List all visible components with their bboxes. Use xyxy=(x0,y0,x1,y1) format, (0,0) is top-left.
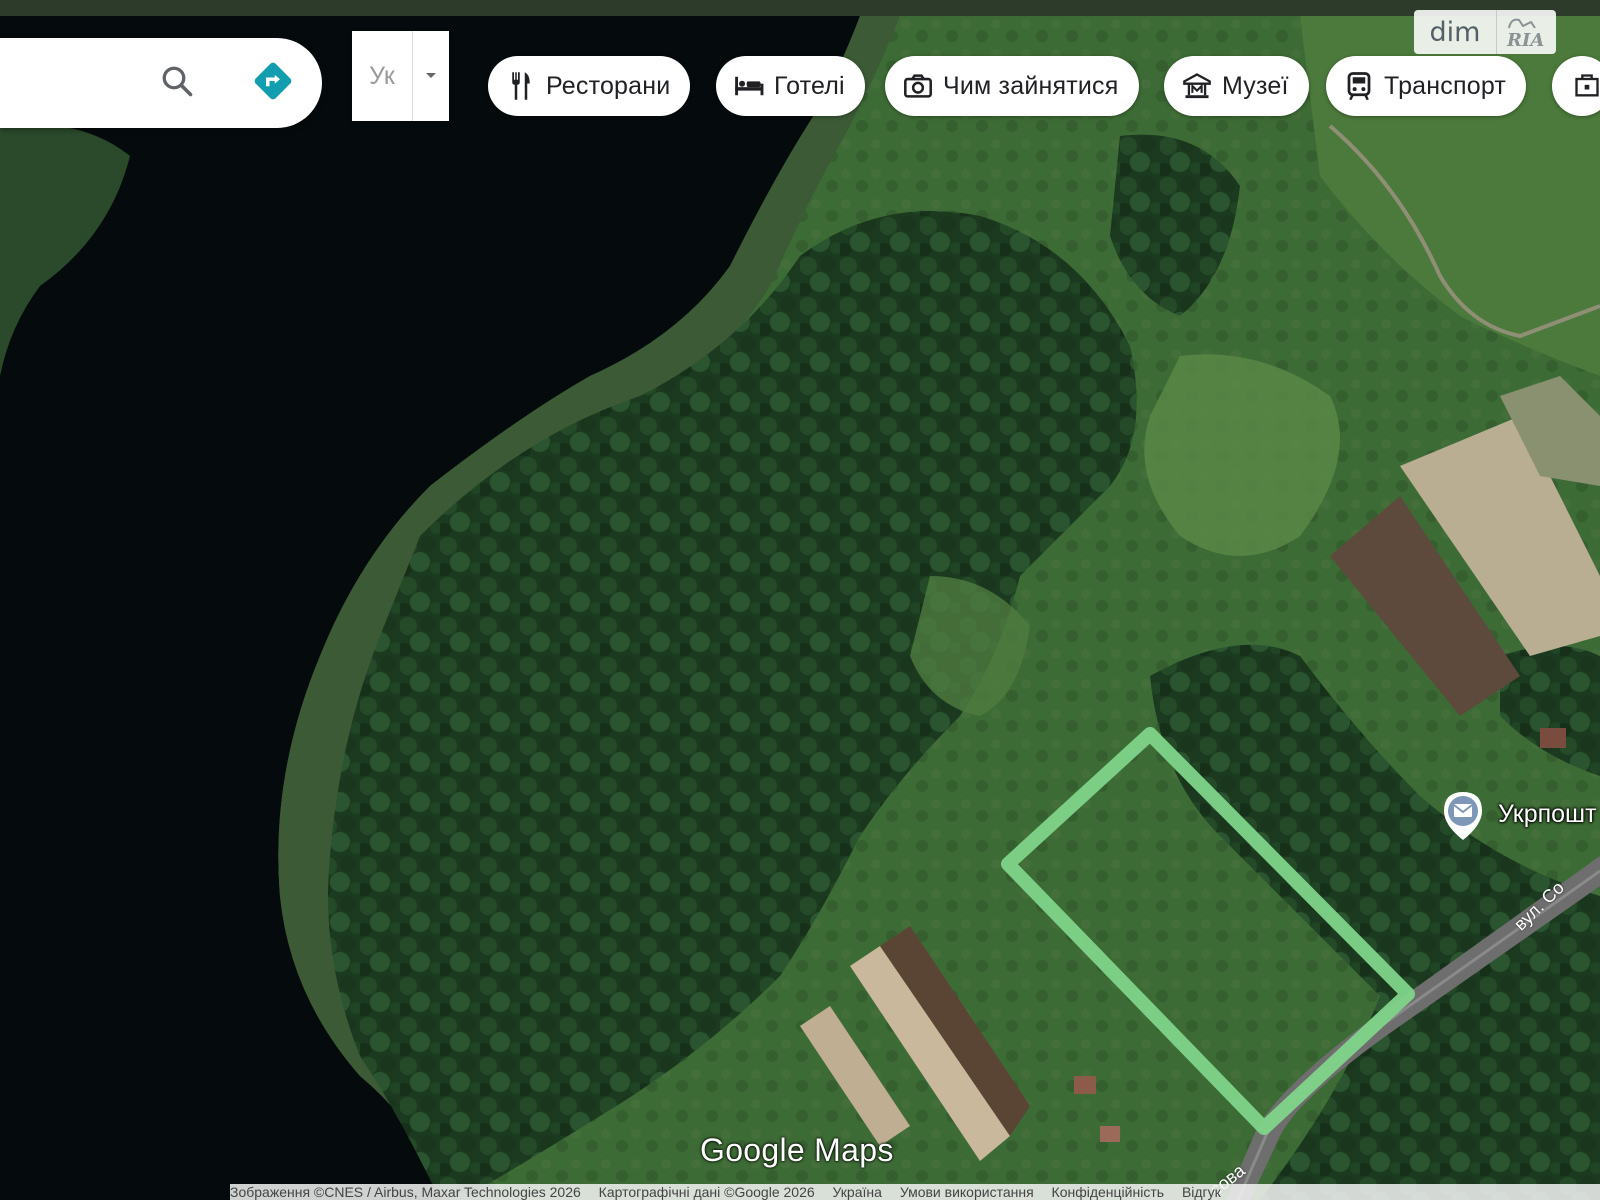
ria-logo-icon: RIA xyxy=(1497,14,1555,50)
brand-text: dim xyxy=(1429,16,1481,48)
chip-restaurants[interactable]: Ресторани xyxy=(488,56,691,116)
transit-icon xyxy=(1344,71,1374,101)
terms-link[interactable]: Умови використання xyxy=(900,1184,1034,1200)
privacy-link[interactable]: Конфіденційність xyxy=(1052,1184,1165,1200)
museum-icon xyxy=(1182,71,1212,101)
directions-icon xyxy=(252,60,294,107)
hotel-icon xyxy=(734,71,764,101)
chip-things-to-do[interactable]: Чим зайнятися xyxy=(885,56,1139,116)
attribution-bar: Зображення ©CNES / Airbus, Maxar Technol… xyxy=(230,1184,1600,1200)
search-box[interactable] xyxy=(0,38,322,128)
language-value: Ук xyxy=(369,62,395,90)
dropdown-arrow-icon[interactable] xyxy=(413,31,449,121)
feedback-link[interactable]: Відгук xyxy=(1182,1184,1221,1200)
chip-label: Готелі xyxy=(774,71,845,100)
poi-label[interactable]: Укрпошт xyxy=(1498,800,1597,829)
chip-transit[interactable]: Транспорт xyxy=(1326,56,1527,116)
language-selector[interactable]: Ук xyxy=(352,31,449,121)
search-button[interactable] xyxy=(156,62,198,104)
restaurant-icon xyxy=(506,71,536,101)
chip-label: Чим зайнятися xyxy=(943,71,1119,100)
chip-label: Транспорт xyxy=(1384,71,1507,100)
more-places-icon xyxy=(1572,71,1600,101)
chip-hotels[interactable]: Готелі xyxy=(716,56,865,116)
svg-text:RIA: RIA xyxy=(1506,30,1544,50)
chip-museums[interactable]: Музеї xyxy=(1164,56,1309,116)
google-maps-logo: Google Maps xyxy=(700,1132,894,1168)
satellite-map[interactable] xyxy=(0,16,1600,1200)
chip-label: Музеї xyxy=(1222,71,1289,100)
map-window: Ук Ресторани Готелі Чим зайнятися Музеї xyxy=(0,0,1600,1200)
dim-ria-watermark: dim RIA xyxy=(1414,10,1556,54)
imagery-credit: Зображення ©CNES / Airbus, Maxar Technol… xyxy=(230,1184,581,1200)
map-data-credit: Картографічні дані ©Google 2026 xyxy=(598,1184,815,1200)
camera-icon xyxy=(903,71,933,101)
post-office-pin[interactable] xyxy=(1440,790,1486,842)
chip-label: Ресторани xyxy=(546,71,671,100)
search-icon xyxy=(159,63,195,104)
directions-button[interactable] xyxy=(250,60,296,106)
country-link[interactable]: Україна xyxy=(833,1184,882,1200)
mail-icon xyxy=(1440,792,1486,846)
